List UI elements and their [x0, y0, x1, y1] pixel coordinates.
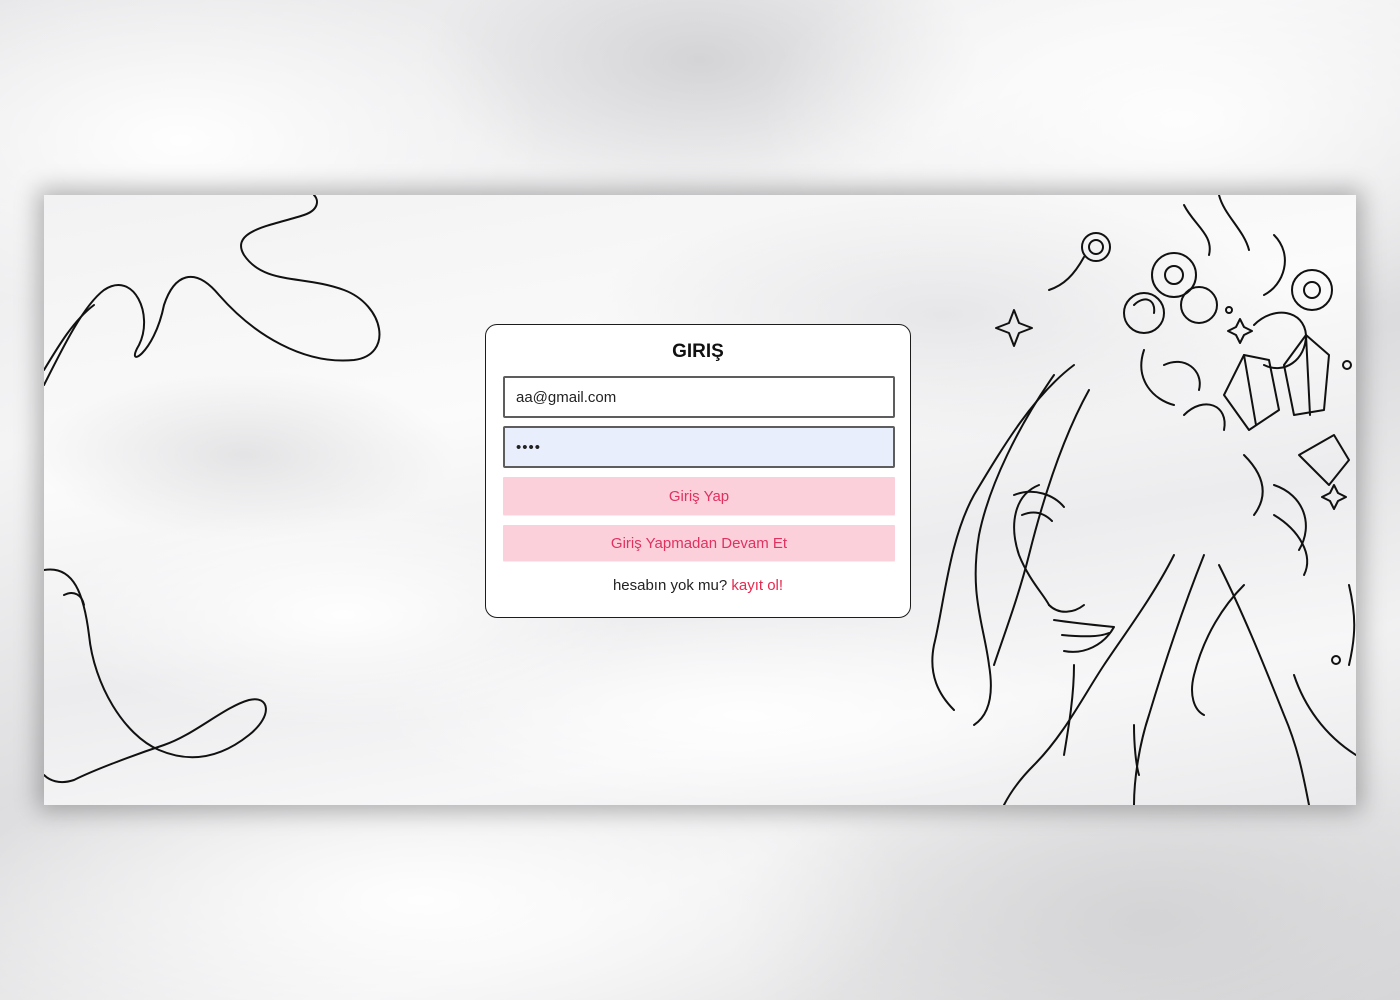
continue-as-guest-button[interactable]: Giriş Yapmadan Devam Et [503, 525, 895, 561]
swirl-line-top-left [44, 195, 381, 386]
login-card: GIRIŞ Giriş Yap Giriş Yapmadan Devam Et … [485, 324, 911, 618]
email-input[interactable] [503, 376, 895, 418]
swirl-line-bottom-left [44, 568, 267, 784]
woman-illustration [931, 195, 1356, 805]
login-title: GIRIŞ [672, 341, 724, 362]
signup-link[interactable]: kayıt ol! [731, 577, 783, 594]
signup-prompt-row: hesabın yok mu? kayıt ol! [503, 577, 893, 594]
signup-prompt-text: hesabın yok mu? [612, 577, 728, 594]
login-button[interactable]: Giriş Yap [503, 477, 895, 515]
password-input[interactable] [503, 426, 895, 468]
